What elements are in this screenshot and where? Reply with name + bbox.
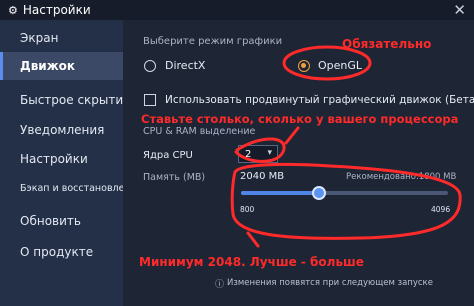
memory-label: Память (MB) [143, 172, 206, 183]
cpu-cores-select[interactable]: 2 ▾ [238, 145, 278, 163]
sidebar-item-label: О продукте [20, 245, 94, 259]
opengl-radio[interactable] [298, 60, 310, 72]
chevron-down-icon: ▾ [267, 148, 272, 158]
sidebar-item-label: Уведомления [20, 123, 105, 137]
memory-slider-thumb[interactable] [312, 186, 327, 200]
sidebar-item-label: Движок [20, 59, 76, 73]
gear-icon: ⚙ [8, 3, 18, 17]
window-title: Настройки [22, 3, 91, 17]
sidebar-item-screen[interactable]: Экран [0, 24, 123, 52]
sidebar-item-about[interactable]: О продукте [0, 238, 123, 266]
opengl-label: OpenGL [318, 59, 363, 72]
sidebar-item-engine[interactable]: Движок [0, 52, 123, 80]
sidebar-item-label: Экран [20, 31, 59, 45]
info-icon: ⓘ [215, 280, 225, 290]
advanced-engine-label: Использовать продвинутый графический дви… [165, 94, 474, 106]
directx-radio[interactable] [144, 60, 156, 72]
directx-label: DirectX [165, 59, 206, 72]
memory-annotation: Минимум 2048. Лучше - больше [139, 255, 364, 269]
sidebar: Экран Движок Быстрое скрытие Уведомления… [0, 20, 143, 306]
title-bar: ⚙ Настройки ✕ [0, 0, 474, 20]
close-icon[interactable]: ✕ [453, 1, 466, 19]
opengl-annotation: Обязательно [342, 37, 432, 51]
sidebar-item-label: Обновить [20, 214, 81, 228]
restart-note: Изменения появятся при следующем запуске [227, 278, 433, 288]
memory-slider-track[interactable] [241, 191, 448, 195]
cpu-ram-label: CPU & RAM выделение [143, 126, 256, 137]
memory-value: 2040 MB [240, 171, 285, 182]
cpu-annotation: Ставьте столько, сколько у вашего процес… [141, 112, 459, 126]
cpu-cores-value: 2 [245, 148, 252, 160]
sidebar-item-backup[interactable]: Бэкап и восстановление [0, 174, 143, 202]
slider-max-label: 4096 [431, 205, 451, 214]
sidebar-item-label: Настройки [20, 152, 88, 166]
sidebar-item-preferences[interactable]: Настройки [0, 145, 123, 173]
sidebar-item-notifications[interactable]: Уведомления [0, 116, 123, 144]
sidebar-item-update[interactable]: Обновить [0, 207, 123, 235]
sidebar-item-boss-key[interactable]: Быстрое скрытие [0, 86, 131, 114]
memory-recommended: Рекомендовано:1800 MB [346, 172, 457, 182]
graphics-mode-label: Выберите режим графики [143, 36, 283, 47]
slider-min-label: 800 [240, 205, 255, 214]
cpu-cores-label: Ядра CPU [143, 150, 193, 161]
sidebar-item-label: Быстрое скрытие [20, 93, 131, 107]
advanced-engine-checkbox[interactable] [144, 94, 156, 106]
memory-slider-fill [241, 191, 320, 195]
